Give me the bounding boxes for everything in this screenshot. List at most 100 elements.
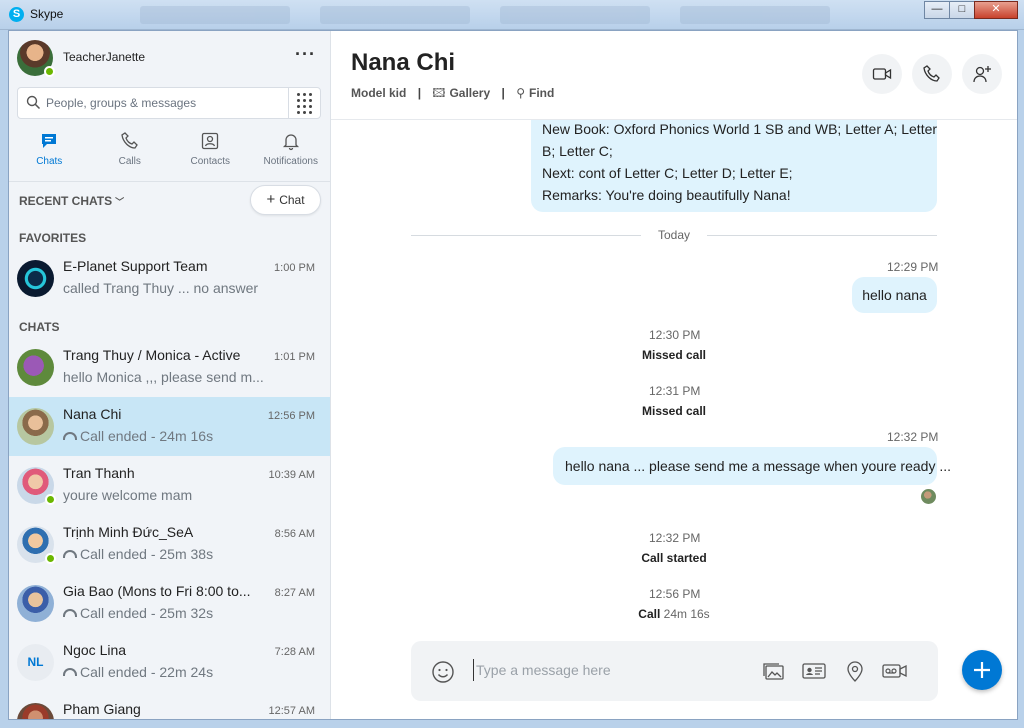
message-bubble-previous[interactable]: New Book: Oxford Phonics World 1 SB and … xyxy=(531,120,937,212)
chat-time: 1:00 PM xyxy=(274,262,315,274)
window-controls: — □ ✕ xyxy=(924,1,1018,20)
chevron-down-icon: ﹀ xyxy=(115,197,125,207)
tab-chats[interactable]: Chats xyxy=(9,129,90,171)
add-content-button[interactable] xyxy=(962,650,1002,690)
video-message-icon[interactable] xyxy=(881,658,909,684)
avatar-initials: NL xyxy=(17,644,54,681)
chat-snippet: Call ended - 25m 32s xyxy=(63,605,273,621)
chat-snippet-text: Call ended - 25m 32s xyxy=(80,605,214,621)
chat-time: 12:56 PM xyxy=(267,410,315,422)
search-input[interactable] xyxy=(46,88,286,118)
chat-item-nana-chi[interactable]: Nana Chi 12:56 PM Call ended - 24m 16s xyxy=(9,397,330,456)
call-ended-icon xyxy=(63,668,77,676)
message-line: Next: cont of Letter C; Letter D; Letter… xyxy=(542,165,793,181)
chat-name: Gia Bao (Mons to Fri 8:00 to... xyxy=(63,583,251,599)
chat-snippet: Call ended - 22m 24s xyxy=(63,664,273,680)
window-titlebar: S Skype — □ ✕ xyxy=(0,0,1024,30)
chat-time: 1:01 PM xyxy=(274,351,315,363)
chat-snippet: hello Monica ,,, please send m... xyxy=(63,369,264,385)
chat-name: Trịnh Minh Đức_SeA xyxy=(63,524,194,540)
new-chat-button[interactable]: + Chat xyxy=(250,185,321,215)
plus-icon xyxy=(974,662,990,678)
message-time: 12:29 PM xyxy=(887,260,939,274)
separator: | xyxy=(501,86,505,100)
tab-chats-label: Chats xyxy=(36,156,63,167)
chat-name: Pham Giang xyxy=(63,701,141,717)
call-duration: 24m 16s xyxy=(663,607,710,621)
chat-item-e-planet[interactable]: E-Planet Support Team 1:00 PM called Tra… xyxy=(9,249,330,308)
search-box[interactable] xyxy=(17,87,321,119)
chat-snippet: Call ended - 24m 16s xyxy=(63,428,273,444)
search-icon: ⚲ xyxy=(516,86,525,100)
location-pin-icon[interactable] xyxy=(842,658,868,684)
add-people-button[interactable] xyxy=(962,54,1002,94)
call-ended-event: Call 24m 16s xyxy=(574,607,774,621)
avatar xyxy=(17,585,54,622)
call-event-label: Call xyxy=(638,607,661,621)
message-bubble[interactable]: hello nana ... please send me a message … xyxy=(553,447,951,485)
missed-call-event: Missed call xyxy=(641,404,707,418)
conversation-title[interactable]: Nana Chi xyxy=(351,49,455,77)
chat-item-trinh-minh-duc[interactable]: Trịnh Minh Đức_SeA 8:56 AM Call ended - … xyxy=(9,515,330,574)
gallery-button[interactable]: 🖾 Gallery xyxy=(432,86,490,100)
image-share-icon[interactable] xyxy=(761,658,787,684)
dialpad-icon[interactable] xyxy=(288,88,320,118)
maximize-button[interactable]: □ xyxy=(949,1,975,19)
chat-snippet-text: Call ended - 25m 38s xyxy=(80,546,214,562)
chat-name: Trang Thuy / Monica - Active xyxy=(63,347,241,363)
avatar xyxy=(17,408,54,445)
phone-icon xyxy=(923,65,940,82)
chat-item-pham-giang[interactable]: Pham Giang 12:57 AM xyxy=(9,692,330,719)
tab-notifications[interactable]: Notifications xyxy=(251,129,331,171)
mood-message: Model kid xyxy=(351,86,407,100)
message-list: New Book: Oxford Phonics World 1 SB and … xyxy=(331,120,1017,638)
emoji-icon[interactable] xyxy=(431,660,455,684)
chat-snippet: youre welcome mam xyxy=(63,487,193,503)
video-camera-icon xyxy=(872,68,892,80)
chat-time: 8:27 AM xyxy=(274,587,315,599)
minimize-button[interactable]: — xyxy=(924,1,950,19)
read-receipt-avatar xyxy=(921,489,936,504)
avatar xyxy=(17,526,56,564)
message-time: 12:32 PM xyxy=(887,430,939,444)
day-divider: Today xyxy=(643,228,705,242)
chat-item-tran-thanh[interactable]: Tran Thanh 10:39 AM youre welcome mam xyxy=(9,456,330,515)
chat-item-ngoc-lina[interactable]: NL Ngoc Lina 7:28 AM Call ended - 22m 24… xyxy=(9,633,330,692)
message-line: B; Letter C; xyxy=(542,143,613,159)
message-line: New Book: Oxford Phonics World 1 SB and … xyxy=(542,121,938,137)
chat-time: 10:39 AM xyxy=(268,469,315,481)
recent-chats-filter[interactable]: RECENT CHATS ﹀ xyxy=(19,194,124,208)
tab-contacts-label: Contacts xyxy=(190,156,230,167)
contacts-icon xyxy=(202,132,219,150)
audio-call-button[interactable] xyxy=(912,54,952,94)
more-options-button[interactable]: ··· xyxy=(295,44,316,65)
avatar xyxy=(17,349,54,386)
chat-item-trang-thuy[interactable]: Trang Thuy / Monica - Active 1:01 PM hel… xyxy=(9,338,330,397)
call-ended-icon xyxy=(63,550,77,558)
chat-name: Ngoc Lina xyxy=(63,642,127,658)
message-input[interactable] xyxy=(473,659,743,681)
chat-name: Tran Thanh xyxy=(63,465,135,481)
recent-chats-header: RECENT CHATS ﹀ + Chat xyxy=(9,181,330,221)
contact-card-icon[interactable] xyxy=(801,658,827,684)
find-button[interactable]: ⚲ Find xyxy=(516,86,554,100)
main-nav: Chats Calls Contacts Notifications xyxy=(9,129,331,171)
skype-window: TeacherJanette ··· Chats Calls xyxy=(8,30,1018,720)
chat-item-gia-bao[interactable]: Gia Bao (Mons to Fri 8:00 to... 8:27 AM … xyxy=(9,574,330,633)
close-button[interactable]: ✕ xyxy=(974,1,1018,19)
avatar xyxy=(17,260,54,297)
tab-calls[interactable]: Calls xyxy=(90,129,171,171)
tab-contacts[interactable]: Contacts xyxy=(170,129,251,171)
plus-icon: + xyxy=(266,191,276,208)
message-bubble[interactable]: hello nana xyxy=(852,277,937,313)
my-avatar[interactable] xyxy=(17,40,55,77)
my-display-name[interactable]: TeacherJanette xyxy=(63,50,145,64)
call-ended-icon xyxy=(63,609,77,617)
missed-call-event: Missed call xyxy=(641,348,707,362)
find-label: Find xyxy=(529,86,555,100)
divider-line xyxy=(411,235,641,236)
chats-heading: CHATS xyxy=(19,320,60,334)
avatar xyxy=(17,467,56,505)
video-call-button[interactable] xyxy=(862,54,902,94)
skype-logo-icon: S xyxy=(9,7,24,22)
